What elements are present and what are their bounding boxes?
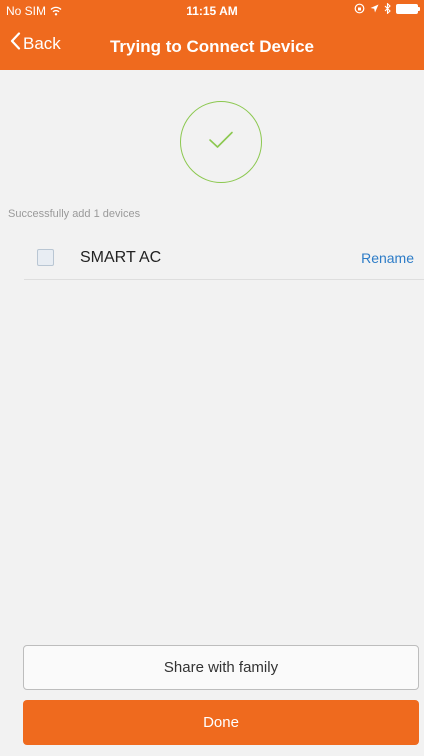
- status-right: [354, 3, 420, 14]
- bluetooth-icon: [384, 3, 391, 14]
- status-bar: No SIM 11:15 AM: [0, 0, 424, 22]
- navigation-bar: Back Trying to Connect Device: [0, 22, 424, 70]
- device-name: SMART AC: [80, 249, 162, 266]
- success-indicator: [180, 101, 262, 183]
- share-with-family-button[interactable]: Share with family: [23, 645, 419, 690]
- checkmark-icon: [208, 130, 234, 155]
- header-bar: No SIM 11:15 AM Back Trying to Connect D…: [0, 0, 424, 70]
- orientation-lock-icon: [354, 3, 365, 14]
- battery-icon: [396, 3, 420, 14]
- location-icon: [370, 4, 379, 13]
- page-title: Trying to Connect Device: [109, 37, 315, 56]
- device-list-item: SMART AC Rename: [24, 236, 424, 280]
- done-button[interactable]: Done: [23, 700, 419, 745]
- success-message: Successfully add 1 devices: [8, 208, 141, 220]
- rename-button[interactable]: Rename: [361, 250, 414, 266]
- device-checkbox[interactable]: [37, 249, 54, 266]
